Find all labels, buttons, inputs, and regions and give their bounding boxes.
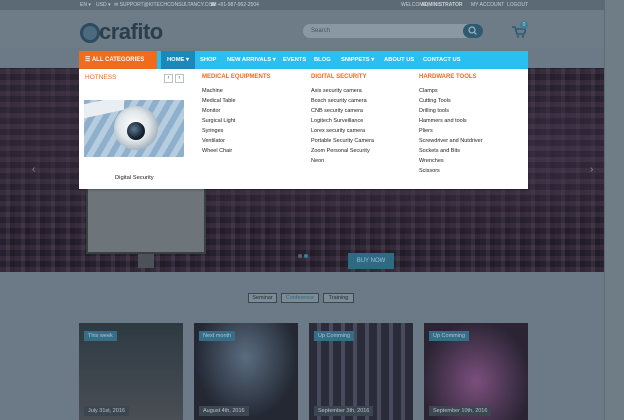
hotness-prev-icon[interactable]: ‹	[164, 74, 173, 83]
menu-link[interactable]: Portable Security Camera	[311, 136, 374, 146]
hero-monitor-stand	[138, 254, 154, 268]
username: ADMINISTRATOR	[421, 2, 463, 8]
hotness-next-icon[interactable]: ›	[175, 74, 184, 83]
menu-link[interactable]: Scissors	[419, 166, 483, 176]
search-icon	[468, 26, 477, 35]
nav-new-arrivals[interactable]: NEW ARRIVALS ▾	[227, 51, 276, 69]
filter-seminar[interactable]: Seminar	[248, 293, 277, 303]
event-tag: Next month	[199, 331, 236, 341]
support-email[interactable]: ✉ SUPPORT@KITECHCONSULTANCY.COM	[114, 0, 217, 10]
all-categories-button[interactable]: ☰ ALL CATEGORIES	[79, 51, 157, 69]
hotness-title: HOTNESS	[85, 74, 117, 81]
event-date: September 3th, 2016	[314, 406, 374, 416]
menu-link[interactable]: Syringes	[202, 126, 236, 136]
menu-link[interactable]: Zoom Personal Security	[311, 146, 374, 156]
menu-link[interactable]: Monitor	[202, 106, 236, 116]
event-date: July 31st, 2016	[84, 406, 129, 416]
event-tag: Up Comming	[429, 331, 470, 341]
language-selector[interactable]: EN ▾	[80, 0, 91, 10]
nav-events[interactable]: EVENTS	[283, 51, 306, 69]
menu-link[interactable]: Medical Table	[202, 96, 236, 106]
menu-link[interactable]: Cutting Tools	[419, 96, 483, 106]
event-tag: This week	[84, 331, 117, 341]
menu-link[interactable]: Lorex security camera	[311, 126, 374, 136]
slider-dots	[298, 254, 310, 260]
event-card[interactable]: Up Comming September 3th, 2016	[309, 323, 413, 420]
menu-link[interactable]: Pliers	[419, 126, 483, 136]
menu-link[interactable]: Surgical Light	[202, 116, 236, 126]
slider-dot-active[interactable]	[304, 254, 308, 258]
menu-link[interactable]: Logitech Surveillance	[311, 116, 374, 126]
menu-link[interactable]: Drilling tools	[419, 106, 483, 116]
logo-text: crafito	[99, 19, 163, 44]
logo-icon	[80, 23, 100, 43]
search-bar[interactable]: Search	[303, 24, 483, 38]
menu-column-title-hardware[interactable]: Hardware Tools	[419, 74, 477, 80]
menu-link[interactable]: Wrenches	[419, 156, 483, 166]
menu-link[interactable]: Clamps	[419, 86, 483, 96]
main-nav: ☰ ALL CATEGORIES HOME ▾ SHOP NEW ARRIVAL…	[79, 51, 528, 69]
slider-dot[interactable]	[298, 254, 302, 258]
search-button[interactable]	[463, 24, 483, 38]
menu-column-security: Axis security camera Bosch security came…	[311, 86, 374, 166]
menu-link[interactable]: Axis security camera	[311, 86, 374, 96]
my-account-link[interactable]: MY ACCOUNT	[471, 0, 504, 10]
cart-count-badge: 0	[520, 21, 528, 29]
logout-link[interactable]: LOGOUT	[507, 0, 528, 10]
featured-product-image[interactable]	[84, 100, 184, 157]
event-card[interactable]: Next month August 4th, 2016	[194, 323, 298, 420]
menu-link[interactable]: CNB security camera	[311, 106, 374, 116]
mega-menu-dropdown: HOTNESS ‹ › Digital Security Medical Equ…	[79, 69, 528, 189]
slider-next-icon[interactable]: ›	[590, 164, 593, 175]
top-bar: EN ▾ USD ▾ ✉ SUPPORT@KITECHCONSULTANCY.C…	[0, 0, 624, 10]
menu-link[interactable]: Screwdriver and Nutdriver	[419, 136, 483, 146]
filter-conference[interactable]: Conference	[281, 293, 319, 303]
event-date: September 10th, 2016	[429, 406, 492, 416]
support-phone: ☎ +91-987-962-2504	[210, 2, 259, 8]
event-tag: Up Comming	[314, 331, 355, 341]
page-scrollbar[interactable]	[604, 0, 624, 420]
buy-now-button[interactable]: BUY NOW	[348, 253, 394, 269]
menu-link[interactable]: Ventilator	[202, 136, 236, 146]
menu-link[interactable]: Bosch security camera	[311, 96, 374, 106]
nav-home[interactable]: HOME ▾	[161, 51, 195, 69]
event-card[interactable]: This week July 31st, 2016	[79, 323, 183, 420]
nav-contact-us[interactable]: CONTACT US	[423, 51, 461, 69]
search-input[interactable]: Search	[311, 24, 330, 38]
menu-link[interactable]: Wheel Chair	[202, 146, 236, 156]
menu-link[interactable]: Neon	[311, 156, 374, 166]
menu-link[interactable]: Hammers and tools	[419, 116, 483, 126]
featured-product-caption[interactable]: Digital Security	[115, 175, 154, 181]
filter-training[interactable]: Training	[323, 293, 354, 303]
camera-lens	[127, 122, 145, 140]
nav-shop[interactable]: SHOP	[200, 51, 216, 69]
event-card[interactable]: Up Comming September 10th, 2016	[424, 323, 528, 420]
menu-column-medical: Machine Medical Table Monitor Surgical L…	[202, 86, 236, 156]
nav-about-us[interactable]: ABOUT US	[384, 51, 414, 69]
menu-link[interactable]: Machine	[202, 86, 236, 96]
menu-column-title-medical[interactable]: Medical Equipments	[202, 74, 271, 80]
nav-blog[interactable]: BLOG	[314, 51, 331, 69]
event-date: August 4th, 2016	[199, 406, 249, 416]
nav-snippets[interactable]: SNIPPETS ▾	[341, 51, 374, 69]
slider-prev-icon[interactable]: ‹	[32, 164, 35, 175]
menu-link[interactable]: Sockets and Bits	[419, 146, 483, 156]
menu-column-hardware: Clamps Cutting Tools Drilling tools Hamm…	[419, 86, 483, 176]
hero-monitor-image	[86, 180, 206, 254]
menu-column-title-security[interactable]: Digital Security	[311, 74, 366, 80]
currency-selector[interactable]: USD ▾	[96, 0, 110, 10]
site-header: crafito Search 0	[0, 10, 624, 48]
